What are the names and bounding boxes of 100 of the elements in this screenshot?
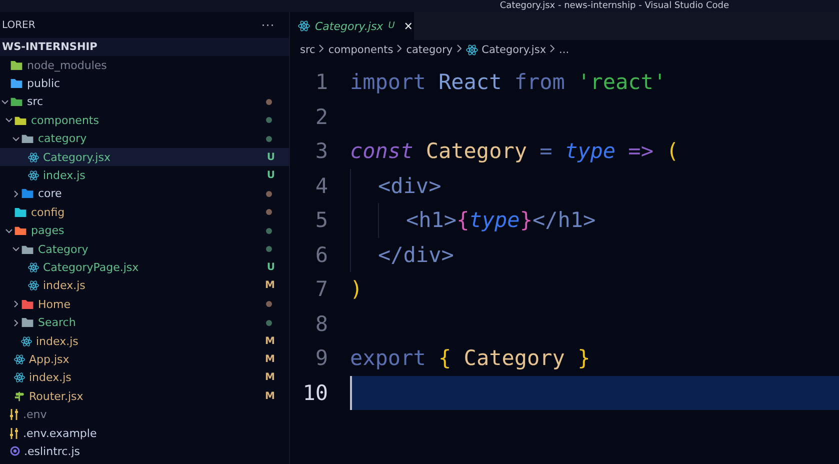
folder-item[interactable]: public	[0, 74, 289, 93]
code-token: export	[350, 346, 426, 370]
folder-item[interactable]: components	[0, 111, 289, 130]
file-name: App.jsx	[29, 352, 70, 366]
git-status: M	[265, 372, 275, 384]
code-token: const	[350, 139, 414, 164]
code-token: =	[538, 139, 552, 164]
folder-item[interactable]: pages	[0, 222, 289, 240]
file-item[interactable]: .env	[0, 405, 289, 424]
file-name: .env.example	[23, 426, 98, 440]
breadcrumb[interactable]: category	[406, 44, 453, 56]
code-token: =>	[627, 139, 654, 164]
file-name: Search	[38, 316, 77, 330]
code-token: <div>	[378, 174, 442, 198]
file-item[interactable]: .env.example	[0, 424, 289, 442]
code-token: Category	[424, 139, 528, 164]
folder-item[interactable]: config	[0, 203, 289, 222]
file-name: src	[27, 95, 44, 108]
file-name: Home	[38, 298, 72, 311]
project-header[interactable]: WS-INTERNSHIP	[0, 38, 289, 56]
file-name: node_modules	[27, 58, 108, 72]
react-icon	[28, 152, 39, 163]
file-name: Router.jsx	[29, 390, 84, 403]
code-token: type	[469, 208, 520, 232]
file-name: Category	[38, 242, 90, 256]
folder-icon	[14, 206, 27, 218]
chevron-right-icon	[396, 44, 404, 53]
react-icon	[14, 354, 25, 365]
folder-icon	[10, 96, 23, 108]
react-icon	[28, 280, 39, 292]
file-item[interactable]: App.jsx M	[0, 350, 289, 369]
git-status: U	[266, 152, 275, 163]
file-name: index.js	[36, 334, 80, 348]
file-item[interactable]: Category.jsx U	[0, 148, 289, 166]
sliders-icon	[10, 409, 19, 420]
file-item[interactable]: Router.jsx M	[0, 387, 289, 406]
code-token: </h1>	[532, 208, 596, 232]
folder-item[interactable]: core	[0, 184, 289, 204]
close-button[interactable]: ✕	[404, 20, 413, 32]
code-token: </div>	[378, 242, 454, 267]
file-item[interactable]: index.js M	[0, 368, 289, 388]
breadcrumb[interactable]: components	[328, 44, 394, 56]
code-editor[interactable]: 1 import React from 'react' 2 3 const Category = type => ( 4 <div> 5 <h1>{type}</h1> 6 </div> 7 ) 8 9 export { Category } 10	[290, 60, 839, 410]
signpost-icon	[14, 390, 25, 402]
folder-icon	[21, 244, 34, 255]
code-token: {	[456, 208, 470, 232]
file-name: config	[31, 206, 66, 219]
breadcrumb[interactable]: ...	[559, 44, 570, 56]
file-name: core	[38, 187, 63, 200]
code-token: type	[564, 139, 616, 164]
react-icon	[21, 336, 32, 347]
sliders-icon	[10, 428, 19, 438]
chevron-right-icon	[456, 44, 463, 53]
more-button[interactable]: ···	[262, 18, 275, 32]
folder-item[interactable]: Search	[0, 313, 289, 332]
file-name: components	[31, 114, 100, 127]
git-status: U	[266, 170, 275, 182]
editor-tab[interactable]: Category.jsx U ✕	[290, 12, 414, 40]
folder-item[interactable]: Category	[0, 240, 289, 258]
chevron-right-icon	[549, 44, 556, 53]
git-status: U	[266, 262, 275, 273]
file-item[interactable]: index.js U	[0, 166, 289, 185]
folder-icon	[14, 225, 27, 236]
code-token: Category	[462, 346, 565, 370]
react-icon	[298, 20, 310, 32]
react-icon	[466, 44, 478, 56]
git-status: M	[265, 354, 275, 365]
file-name: index.js	[43, 169, 86, 182]
folder-item[interactable]: category	[0, 130, 289, 148]
file-item[interactable]: .eslintrc.js	[0, 442, 289, 461]
folder-item[interactable]: src	[0, 92, 289, 112]
breadcrumb[interactable]: Category.jsx	[466, 44, 546, 56]
folder-item[interactable]: Home	[0, 295, 289, 314]
code-token: }	[520, 208, 532, 232]
git-status: U	[388, 21, 395, 31]
file-name: Category.jsx	[43, 150, 112, 164]
code-token: (	[665, 139, 679, 164]
chevron-right-icon	[318, 44, 326, 53]
file-item[interactable]: index.js M	[0, 332, 289, 350]
git-status: M	[265, 280, 275, 292]
file-item[interactable]: index.js M	[0, 276, 289, 296]
code-token: 'react'	[576, 70, 666, 94]
code-token: import	[350, 70, 426, 94]
tab-label: Category.jsx	[315, 20, 384, 32]
code-token: from	[513, 70, 565, 94]
circle-icon	[10, 446, 20, 456]
folder-icon	[21, 133, 34, 144]
code-token: {	[438, 346, 452, 370]
file-name: .eslintrc.js	[24, 444, 82, 458]
folder-icon	[10, 60, 23, 71]
breadcrumb[interactable]: src	[300, 44, 316, 56]
folder-item[interactable]: node_modules	[0, 56, 289, 74]
folder-icon	[21, 317, 34, 328]
file-item[interactable]: CategoryPage.jsx U	[0, 258, 289, 277]
folder-icon	[14, 114, 27, 126]
code-token: )	[350, 277, 363, 302]
code-token: <h1>	[406, 208, 457, 232]
code-token: React	[438, 70, 502, 94]
file-name: index.js	[29, 371, 72, 384]
window-title: Category.jsx - news-internship - Visual Studio Code	[500, 0, 729, 12]
